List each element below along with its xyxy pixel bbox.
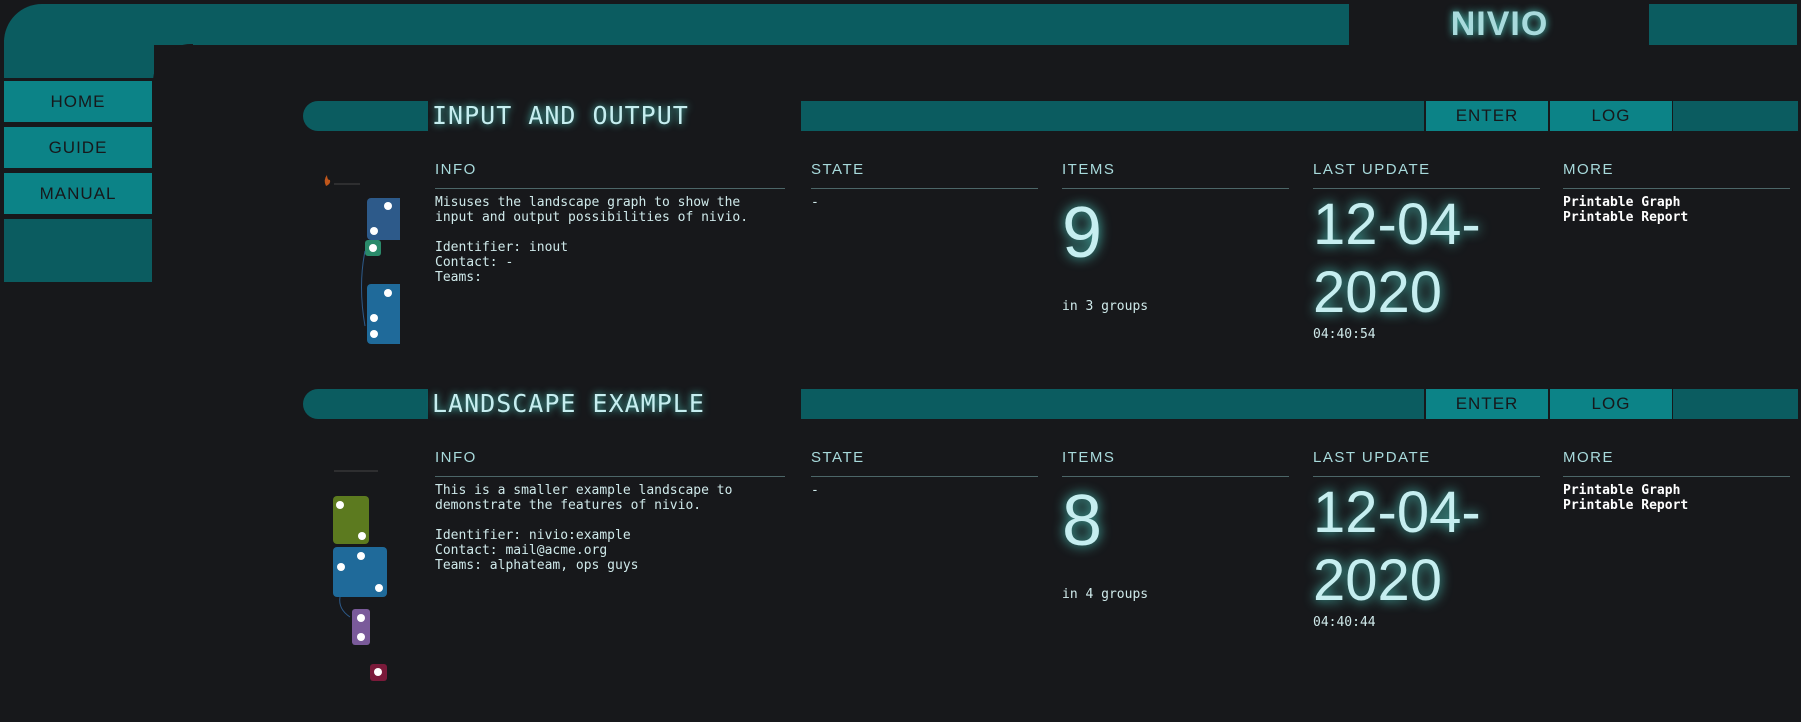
nav-home-button[interactable]: HOME xyxy=(4,81,152,122)
nav-manual-button[interactable]: MANUAL xyxy=(4,173,152,214)
last-update-header: LAST UPDATE xyxy=(1313,449,1540,477)
items-column: ITEMS 8 in 4 groups xyxy=(1062,449,1289,602)
landscape-teams: Teams: alphateam, ops guys xyxy=(435,558,639,573)
landscape-identifier: Identifier: nivio:example xyxy=(435,528,631,543)
state-column: STATE - xyxy=(811,161,1038,210)
printable-graph-link[interactable]: Printable Graph xyxy=(1563,195,1790,210)
landscape-identifier: Identifier: inout xyxy=(435,240,569,255)
update-date-day: 12-04- xyxy=(1313,192,1481,257)
printable-report-link[interactable]: Printable Report xyxy=(1563,498,1790,513)
more-header: MORE xyxy=(1563,161,1790,189)
last-update-header: LAST UPDATE xyxy=(1313,161,1540,189)
landscape-panel: INPUT AND OUTPUT ENTER LOG INFO Misuses … xyxy=(300,101,1800,391)
enter-button[interactable]: ENTER xyxy=(1426,389,1548,419)
header-frame-left xyxy=(4,40,154,78)
landscape-description: This is a smaller example landscape to d… xyxy=(435,483,785,573)
update-date-year: 2020 xyxy=(1313,548,1443,613)
landscape-title: LANDSCAPE EXAMPLE xyxy=(432,389,705,418)
header-frame-corner xyxy=(153,44,193,84)
items-column: ITEMS 9 in 3 groups xyxy=(1062,161,1289,314)
last-update-column: LAST UPDATE 12-04- 2020 04:40:44 xyxy=(1313,449,1540,630)
groups-count: in 3 groups xyxy=(1062,299,1149,314)
update-date-day: 12-04- xyxy=(1313,480,1481,545)
landscape-graph-thumbnail[interactable] xyxy=(320,166,400,346)
flame-icon xyxy=(324,175,331,186)
update-time: 04:40:44 xyxy=(1313,615,1376,630)
log-button[interactable]: LOG xyxy=(1550,389,1672,419)
description-line: This is a smaller example landscape to xyxy=(435,483,733,498)
info-header: INFO xyxy=(435,449,785,477)
more-column: MORE Printable Graph Printable Report xyxy=(1563,161,1790,225)
landscape-title: INPUT AND OUTPUT xyxy=(432,101,689,130)
items-count: 8 xyxy=(1062,481,1103,561)
update-date-year: 2020 xyxy=(1313,260,1443,325)
update-time: 04:40:54 xyxy=(1313,327,1376,342)
landscape-contact: Contact: mail@acme.org xyxy=(435,543,608,558)
items-header: ITEMS xyxy=(1062,449,1289,477)
info-column: INFO This is a smaller example landscape… xyxy=(435,449,785,573)
landscape-teams: Teams: xyxy=(435,270,482,285)
panel-bar-middle xyxy=(801,389,1424,419)
panel-bar-middle xyxy=(801,101,1424,131)
more-column: MORE Printable Graph Printable Report xyxy=(1563,449,1790,513)
state-value: - xyxy=(811,483,819,498)
groups-count: in 4 groups xyxy=(1062,587,1149,602)
more-header: MORE xyxy=(1563,449,1790,477)
description-line: Misuses the landscape graph to show the xyxy=(435,195,741,210)
app-title: NIVIO xyxy=(1450,5,1549,43)
enter-button[interactable]: ENTER xyxy=(1426,101,1548,131)
state-header: STATE xyxy=(811,161,1038,189)
landscape-panel: LANDSCAPE EXAMPLE ENTER LOG INFO This is… xyxy=(300,389,1800,681)
landscape-contact: Contact: - xyxy=(435,255,514,270)
printable-graph-link[interactable]: Printable Graph xyxy=(1563,483,1790,498)
state-header: STATE xyxy=(811,449,1038,477)
printable-report-link[interactable]: Printable Report xyxy=(1563,210,1790,225)
log-button[interactable]: LOG xyxy=(1550,101,1672,131)
panel-bar-left xyxy=(303,389,428,419)
panel-bar-end xyxy=(1673,101,1798,131)
nav-guide-button[interactable]: GUIDE xyxy=(4,127,152,168)
items-header: ITEMS xyxy=(1062,161,1289,189)
last-update-column: LAST UPDATE 12-04- 2020 04:40:54 xyxy=(1313,161,1540,342)
description-line: input and output possibilities of nivio. xyxy=(435,210,749,225)
header-bar-right xyxy=(1649,4,1797,45)
landscape-graph-thumbnail[interactable] xyxy=(328,469,398,684)
description-line: demonstrate the features of nivio. xyxy=(435,498,702,513)
landscape-description: Misuses the landscape graph to show the … xyxy=(435,195,785,285)
info-column: INFO Misuses the landscape graph to show… xyxy=(435,161,785,285)
state-value: - xyxy=(811,195,819,210)
panel-bar-end xyxy=(1673,389,1798,419)
panel-bar-left xyxy=(303,101,428,131)
header-bar xyxy=(4,4,1349,45)
info-header: INFO xyxy=(435,161,785,189)
items-count: 9 xyxy=(1062,193,1103,273)
state-column: STATE - xyxy=(811,449,1038,498)
nav-filler-block xyxy=(4,219,152,282)
